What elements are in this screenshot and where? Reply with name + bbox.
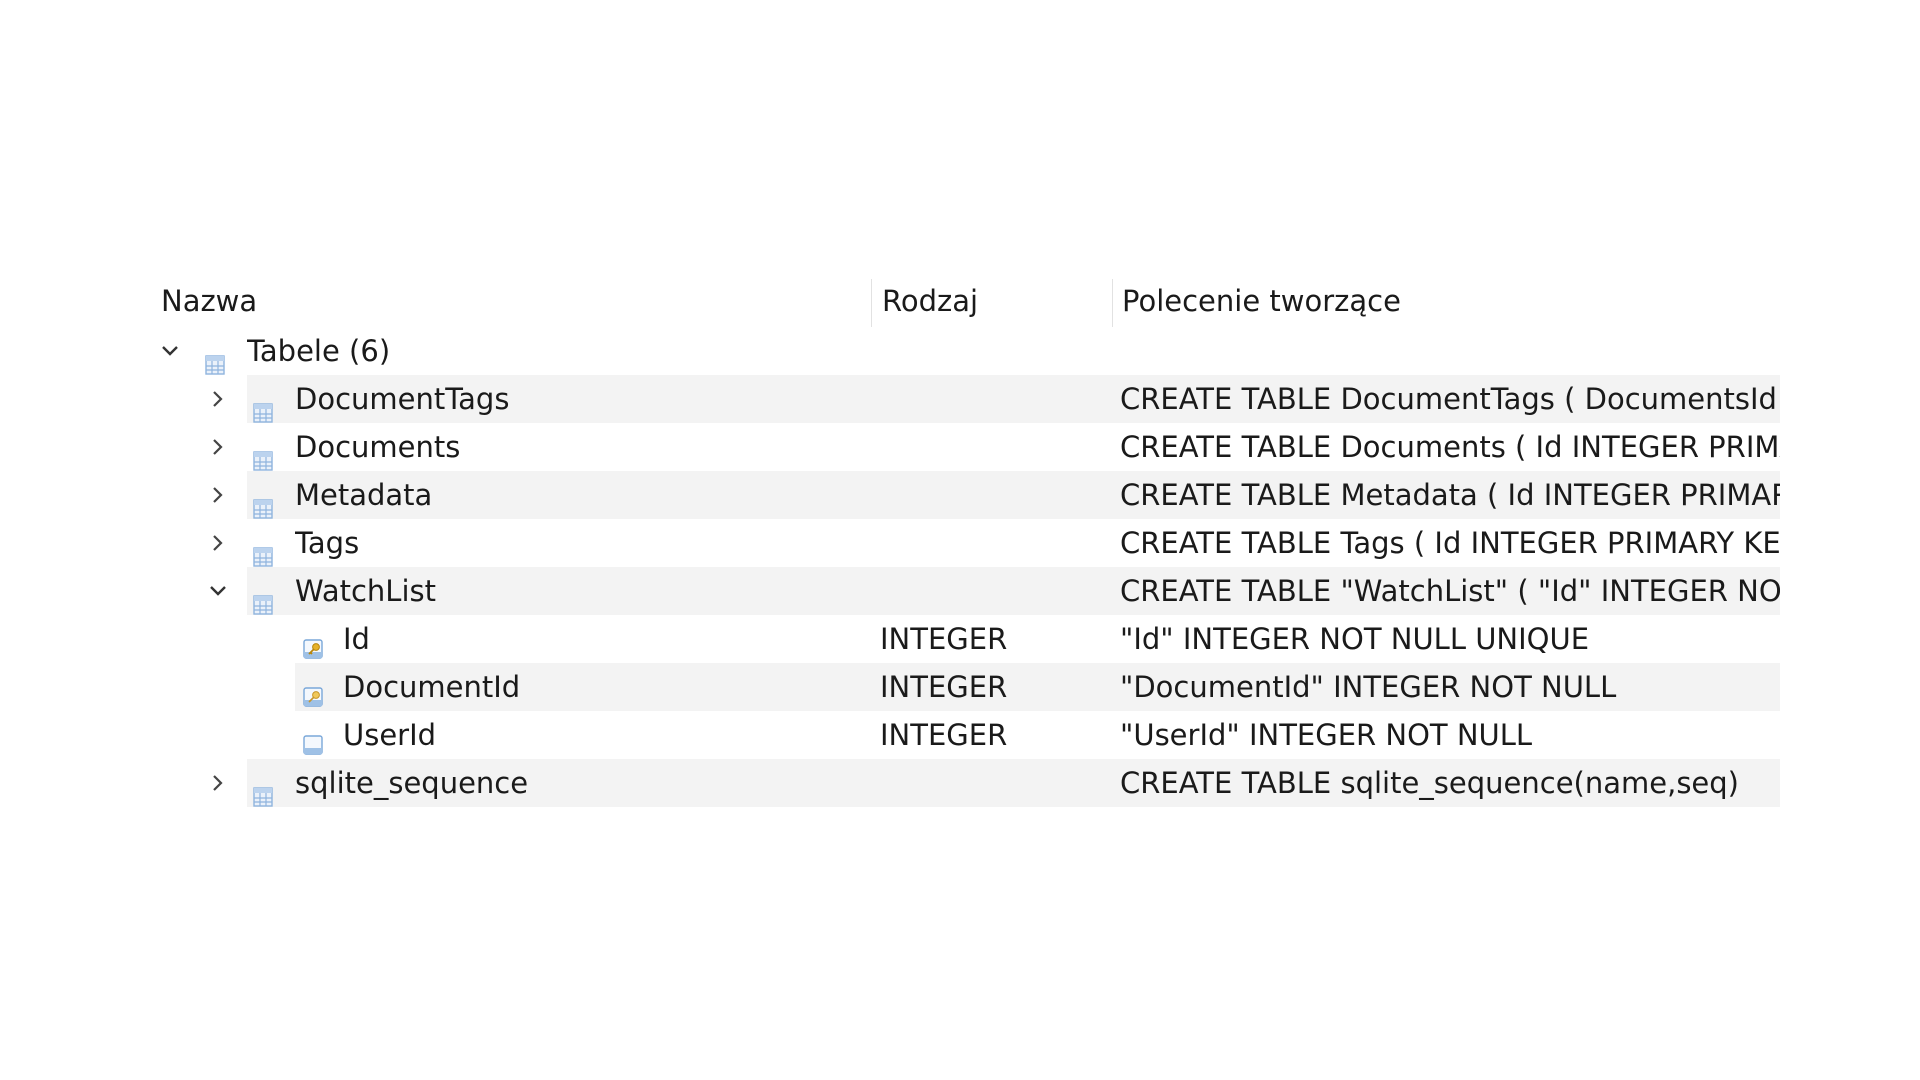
item-create-statement: CREATE TABLE Documents ( Id INTEGER PRIM… bbox=[1120, 430, 1780, 464]
item-create-statement: "DocumentId" INTEGER NOT NULL bbox=[1120, 670, 1617, 704]
item-name: DocumentId bbox=[343, 670, 521, 704]
field-row[interactable]: UserId INTEGER "UserId" INTEGER NOT NULL bbox=[155, 711, 1780, 759]
tree-root-tables[interactable]: Tabele (6) bbox=[155, 327, 1780, 375]
table-icon bbox=[253, 581, 273, 615]
table-row[interactable]: Documents CREATE TABLE Documents ( Id INT… bbox=[155, 423, 1780, 471]
item-name: UserId bbox=[343, 718, 437, 752]
table-icon bbox=[205, 341, 225, 375]
chevron-right-icon[interactable] bbox=[203, 423, 233, 471]
tree-rows: Tabele (6) DocumentTags CREATE TABLE Docum… bbox=[155, 327, 1780, 807]
chevron-down-icon[interactable] bbox=[203, 567, 233, 615]
item-type: INTEGER bbox=[880, 718, 1008, 752]
chevron-right-icon[interactable] bbox=[203, 759, 233, 807]
database-structure-tree: Nazwa Rodzaj Polecenie tworzące Tabele (… bbox=[155, 275, 1780, 807]
item-name: Id bbox=[343, 622, 370, 656]
column-header-row: Nazwa Rodzaj Polecenie tworzące bbox=[155, 275, 1780, 327]
foreign-key-field-icon bbox=[301, 675, 325, 707]
column-header-schema[interactable]: Polecenie tworzące bbox=[1122, 275, 1401, 327]
item-create-statement: CREATE TABLE "WatchList" ( "Id" INTEGER … bbox=[1120, 574, 1780, 608]
item-name: WatchList bbox=[295, 574, 436, 608]
column-header-type[interactable]: Rodzaj bbox=[882, 275, 978, 327]
item-name: Tabele (6) bbox=[247, 334, 391, 368]
table-icon bbox=[253, 437, 273, 471]
chevron-right-icon[interactable] bbox=[203, 375, 233, 423]
table-icon bbox=[253, 389, 273, 423]
item-create-statement: CREATE TABLE DocumentTags ( DocumentsId … bbox=[1120, 382, 1780, 416]
chevron-right-icon[interactable] bbox=[203, 519, 233, 567]
item-create-statement: CREATE TABLE Metadata ( Id INTEGER PRIMA… bbox=[1120, 478, 1780, 512]
item-name: Tags bbox=[295, 526, 360, 560]
field-row[interactable]: DocumentId INTEGER "DocumentId" INTEGER NO… bbox=[155, 663, 1780, 711]
table-icon bbox=[253, 773, 273, 807]
chevron-right-icon[interactable] bbox=[203, 471, 233, 519]
column-separator[interactable] bbox=[1112, 279, 1113, 327]
column-separator[interactable] bbox=[871, 279, 872, 327]
item-create-statement: CREATE TABLE sqlite_sequence(name,seq) bbox=[1120, 766, 1739, 800]
table-row[interactable]: DocumentTags CREATE TABLE DocumentTags ( … bbox=[155, 375, 1780, 423]
table-row[interactable]: Tags CREATE TABLE Tags ( Id INTEGER PRIMA… bbox=[155, 519, 1780, 567]
table-row[interactable]: WatchList CREATE TABLE "WatchList" ( "Id"… bbox=[155, 567, 1780, 615]
table-row[interactable]: Metadata CREATE TABLE Metadata ( Id INTEG… bbox=[155, 471, 1780, 519]
table-icon bbox=[253, 485, 273, 519]
column-header-name[interactable]: Nazwa bbox=[161, 275, 257, 327]
item-create-statement: CREATE TABLE Tags ( Id INTEGER PRIMARY K… bbox=[1120, 526, 1780, 560]
table-icon bbox=[253, 533, 273, 567]
chevron-down-icon[interactable] bbox=[155, 327, 185, 375]
item-create-statement: "UserId" INTEGER NOT NULL bbox=[1120, 718, 1533, 752]
item-name: sqlite_sequence bbox=[295, 766, 529, 800]
key-field-icon bbox=[301, 627, 325, 659]
item-name: Metadata bbox=[295, 478, 433, 512]
item-type: INTEGER bbox=[880, 622, 1008, 656]
item-create-statement: "Id" INTEGER NOT NULL UNIQUE bbox=[1120, 622, 1590, 656]
item-name: DocumentTags bbox=[295, 382, 510, 416]
item-name: Documents bbox=[295, 430, 461, 464]
item-type: INTEGER bbox=[880, 670, 1008, 704]
table-row[interactable]: sqlite_sequence CREATE TABLE sqlite_seque… bbox=[155, 759, 1780, 807]
field-icon bbox=[301, 723, 325, 755]
field-row[interactable]: Id INTEGER "Id" INTEGER NOT NULL UNIQUE bbox=[155, 615, 1780, 663]
